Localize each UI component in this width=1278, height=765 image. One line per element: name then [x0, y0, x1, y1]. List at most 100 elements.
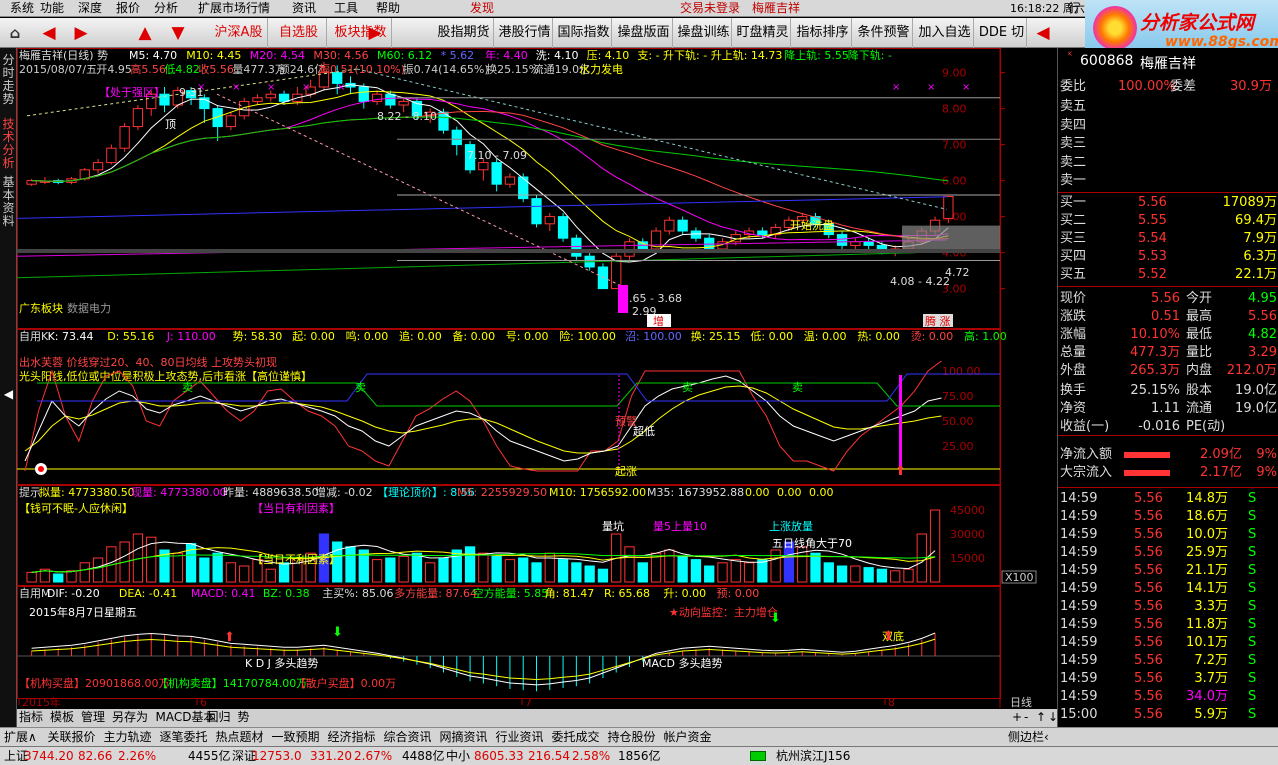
volume-bar: [571, 562, 582, 583]
toolbar-button[interactable]: 指标排序: [794, 18, 852, 48]
menu-item[interactable]: 帮助: [376, 1, 400, 16]
volume-value: 增减: -0.02: [315, 485, 373, 499]
home-icon[interactable]: ⌂: [2, 21, 28, 45]
toolbar-button[interactable]: 操盘训练: [676, 18, 732, 48]
tick-price: 5.56: [1134, 689, 1163, 704]
candle-body: [664, 219, 675, 232]
nav-arrow-icon[interactable]: ▲: [132, 21, 158, 45]
quote-row: 买一 5.56 17089万: [1058, 194, 1278, 212]
menu-item[interactable]: 深度: [78, 1, 102, 16]
indicator-tab[interactable]: 另存为: [112, 709, 148, 726]
price-tick-label: 6.00: [942, 175, 967, 188]
nav-arrow-icon[interactable]: ▼: [165, 21, 191, 45]
indicator-tab[interactable]: 管理: [81, 709, 105, 726]
function-tab[interactable]: 一致预期: [272, 728, 320, 746]
toolbar-button[interactable]: 港股行情: [497, 18, 553, 48]
menu-discover[interactable]: 发现: [470, 1, 494, 16]
function-tab[interactable]: 网摘资讯: [440, 728, 488, 746]
menu-item[interactable]: 系统: [10, 1, 34, 16]
block-label: 数据电力: [67, 301, 111, 315]
function-tab[interactable]: 扩展∧: [4, 728, 37, 746]
tab-fundamentals[interactable]: 基本资料: [1, 176, 16, 228]
kdj-value: 低: 0.00: [750, 330, 793, 343]
indicator-tab[interactable]: 回归: [207, 709, 231, 726]
tick-time: 15:00: [1060, 707, 1098, 722]
kdj-value: 备: 0.00: [452, 329, 495, 343]
tick-price: 5.56: [1134, 527, 1163, 542]
menu-item[interactable]: 分析: [154, 1, 178, 16]
quote-info: 高5.56: [130, 62, 166, 76]
tick-time: 14:59: [1060, 545, 1098, 560]
kdj-note: 光头阳线,低位或中位是积极上攻态势,后市看涨【高位谨慎】: [19, 369, 312, 383]
tab-intraday[interactable]: 分时走势: [1, 54, 16, 106]
sidebar-toggle[interactable]: 侧边栏‹: [1008, 728, 1049, 746]
quote-row: 14:59 5.56 11.8万 S: [1058, 616, 1278, 634]
down-arrow-icon: ⬇: [770, 611, 781, 626]
volume-bar: [345, 546, 356, 583]
bid-label: 买五: [1060, 267, 1087, 282]
indicator-tab[interactable]: 势: [238, 709, 250, 726]
toolbar-button[interactable]: 盯盘精灵: [735, 18, 791, 48]
function-tab[interactable]: 委托成交: [552, 728, 600, 746]
zoom-button[interactable]: -: [1024, 709, 1028, 726]
toolbar-button[interactable]: 股指期货: [434, 18, 494, 48]
toolbar-button[interactable]: 自选股: [271, 18, 327, 48]
menu-item[interactable]: 扩展市场行情: [198, 1, 270, 16]
function-tab[interactable]: 综合资讯: [384, 728, 432, 746]
tick-volume: 14.8万: [1186, 491, 1228, 506]
toolbar-button[interactable]: 操盘版面: [615, 18, 673, 48]
function-tab[interactable]: 帐户资金: [664, 728, 712, 746]
collapse-arrow-icon[interactable]: ◀: [1, 388, 16, 401]
tick-time: 14:59: [1060, 671, 1098, 686]
toolbar-button[interactable]: 条件预警: [855, 18, 913, 48]
menu-item[interactable]: 报价: [116, 1, 140, 16]
indicator-tab[interactable]: 指标: [19, 709, 43, 726]
up-arrow-icon: ⬆: [895, 464, 906, 479]
menu-item[interactable]: 工具: [334, 1, 358, 16]
quote-info: 收5.56: [198, 62, 234, 76]
macd-monitor-label: ★动向监控：主力增仓: [669, 605, 778, 619]
stat-label: 量比: [1186, 345, 1213, 360]
toolbar-button[interactable]: 板块指数: [330, 18, 392, 48]
nav-arrow-icon[interactable]: ◀: [1030, 21, 1056, 45]
candle-body: [836, 234, 848, 246]
tick-side: S: [1248, 527, 1257, 542]
function-tab[interactable]: 行业资讯: [496, 728, 544, 746]
volume-bar: [757, 559, 768, 583]
kdj-value: 热: 0.00: [857, 330, 900, 343]
nav-arrow-icon[interactable]: ▶: [68, 21, 94, 45]
status-item: 1856亿: [618, 749, 661, 763]
zoom-button[interactable]: ↑: [1036, 709, 1046, 726]
volume-value: M35: 1673952.88: [647, 486, 744, 499]
toolbar-button[interactable]: 加入自选: [916, 18, 974, 48]
quote-panel: 委比 100.00% 委差 30.9万 卖五 卖四 卖三 卖二 卖一 买一 5.56 17089万 买二…: [1057, 60, 1278, 745]
menu-item[interactable]: 资讯: [292, 1, 316, 16]
function-tab[interactable]: 主力轨迹: [104, 728, 152, 746]
menu-extra[interactable]: 行: [1068, 1, 1080, 16]
function-tab[interactable]: 热点题材: [216, 728, 264, 746]
indicator-tab[interactable]: 模板: [50, 709, 74, 726]
vol-label: 量坑: [602, 519, 624, 533]
toolbar-button[interactable]: 沪深A股: [210, 18, 268, 48]
quote-row: 卖三: [1058, 135, 1278, 153]
function-tab[interactable]: 持仓股份: [608, 728, 656, 746]
nav-arrow-icon[interactable]: ◀: [36, 21, 62, 45]
macd-footer: 【机构卖盘】14170784.00万: [157, 676, 307, 690]
toolbar-button[interactable]: 国际指数: [556, 18, 612, 48]
toolbar-button[interactable]: DDE 切: [977, 18, 1027, 48]
chart-area[interactable]: 梅雁吉祥(日线) 势 M5: 4.70 M10: 4.45 M20: 4.54 M30:…: [17, 48, 1057, 708]
tab-technical[interactable]: 技术分析: [1, 118, 16, 170]
function-tab[interactable]: 经济指标: [328, 728, 376, 746]
zoom-button[interactable]: ↓: [1048, 709, 1058, 726]
function-tab[interactable]: 逐笔委托: [160, 728, 208, 746]
kdj-value: 温: 0.00: [804, 330, 847, 343]
function-tab[interactable]: 关联报价: [48, 728, 96, 746]
menu-item[interactable]: 功能: [40, 1, 64, 16]
zoom-button[interactable]: +: [1012, 709, 1022, 726]
volume-bar: [239, 565, 250, 583]
volume-bar: [863, 567, 874, 583]
tick-volume: 3.3万: [1194, 599, 1228, 614]
tick-price: 5.56: [1134, 563, 1163, 578]
kdj-value: 烫: 0.00: [911, 330, 954, 343]
tick-side: S: [1248, 509, 1257, 524]
